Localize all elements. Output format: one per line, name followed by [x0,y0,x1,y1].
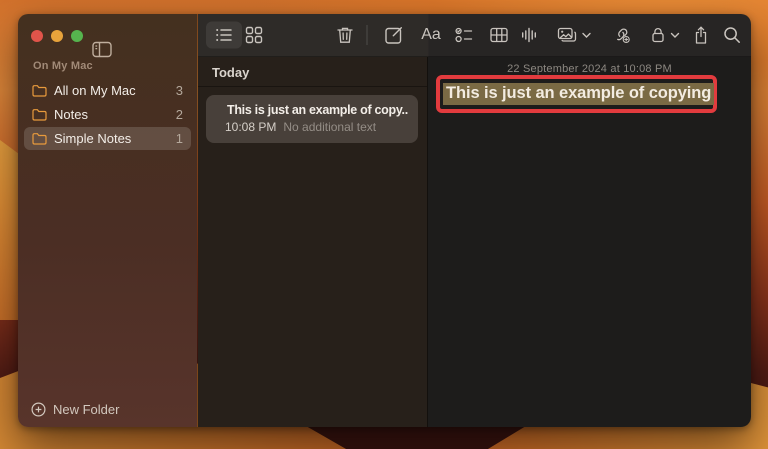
sidebar: On My Mac All on My Mac 3 Notes 2 [18,14,197,427]
chevron-down-icon [582,32,591,38]
folder-name: Simple Notes [54,131,131,146]
content-area: Aa [197,14,751,427]
format-label: Aa [421,26,441,44]
photos-icon [557,27,577,44]
trash-icon[interactable] [337,26,354,44]
folder-icon [32,132,47,145]
folder-count: 1 [176,131,183,146]
close-button[interactable] [31,30,43,42]
folder-name: Notes [54,107,88,122]
note-item-title: This is just an example of copy... [227,103,408,117]
toolbar-divider [367,25,368,45]
window-controls [31,30,83,42]
folder-count: 2 [176,107,183,122]
note-list-column: Today This is just an example of copy...… [198,57,428,427]
notes-window: On My Mac All on My Mac 3 Notes 2 [18,14,751,427]
section-label: On My Mac [33,60,197,72]
new-folder-label: New Folder [53,402,119,417]
chevron-down-icon [671,32,680,38]
note-item-time: 10:08 PM [225,120,276,134]
minimize-button[interactable] [51,30,63,42]
list-section-header: Today [198,57,427,87]
toggle-sidebar-icon[interactable] [92,41,112,58]
list-view-icon[interactable] [215,27,233,43]
search-icon[interactable] [723,26,741,44]
red-annotation-box: This is just an example of copying [436,75,717,113]
note-list-item[interactable]: This is just an example of copy... 10:08… [206,95,418,143]
add-link-icon[interactable] [613,26,632,44]
note-item-snippet: No additional text [283,120,376,134]
main-row: Today This is just an example of copy...… [198,57,751,427]
folder-name: All on My Mac [54,83,136,98]
toolbar: Aa [198,14,751,57]
share-icon[interactable] [694,26,709,45]
note-date: 22 September 2024 at 10:08 PM [428,63,751,75]
plus-circle-icon [31,402,46,417]
zoom-button[interactable] [71,30,83,42]
insert-media-button[interactable] [557,27,591,44]
note-title-selected-text[interactable]: This is just an example of copying [443,83,714,105]
compose-icon[interactable] [385,26,404,45]
gallery-view-icon[interactable] [246,27,263,44]
sidebar-item-notes[interactable]: Notes 2 [24,103,191,126]
note-editor[interactable]: 22 September 2024 at 10:08 PM This is ju… [428,57,751,427]
new-folder-button[interactable]: New Folder [31,402,119,417]
note-item-meta: 10:08 PM No additional text [225,120,408,134]
sidebar-item-simple-notes[interactable]: Simple Notes 1 [24,127,191,150]
lock-icon [651,27,666,44]
sidebar-item-all-on-my-mac[interactable]: All on My Mac 3 [24,79,191,102]
folder-icon [32,108,47,121]
folder-icon [32,84,47,97]
table-icon[interactable] [490,27,508,43]
format-text-icon[interactable]: Aa [421,26,441,44]
checklist-icon[interactable] [455,27,473,43]
audio-recording-icon[interactable] [521,26,538,44]
lock-button[interactable] [651,27,680,44]
folder-count: 3 [176,83,183,98]
